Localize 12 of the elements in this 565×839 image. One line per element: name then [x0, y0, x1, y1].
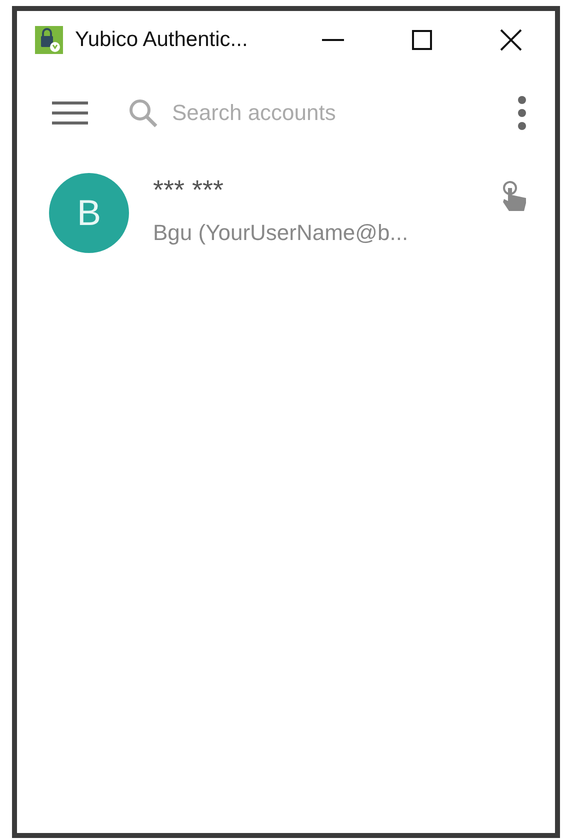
- menu-icon[interactable]: [52, 101, 88, 125]
- account-code: *** ***: [153, 175, 225, 206]
- more-options-icon[interactable]: [517, 96, 527, 130]
- maximize-icon[interactable]: [412, 30, 432, 50]
- app-lock-icon: [35, 26, 63, 54]
- account-item[interactable]: B *** *** Bgu (YourUserName@b...: [17, 157, 555, 253]
- close-icon[interactable]: [500, 29, 522, 51]
- window-title: Yubico Authentic...: [75, 28, 248, 52]
- touch-icon[interactable]: [501, 181, 527, 213]
- search-icon: [128, 98, 158, 128]
- account-avatar: B: [49, 173, 129, 253]
- account-name: Bgu (YourUserName@b...: [153, 220, 410, 246]
